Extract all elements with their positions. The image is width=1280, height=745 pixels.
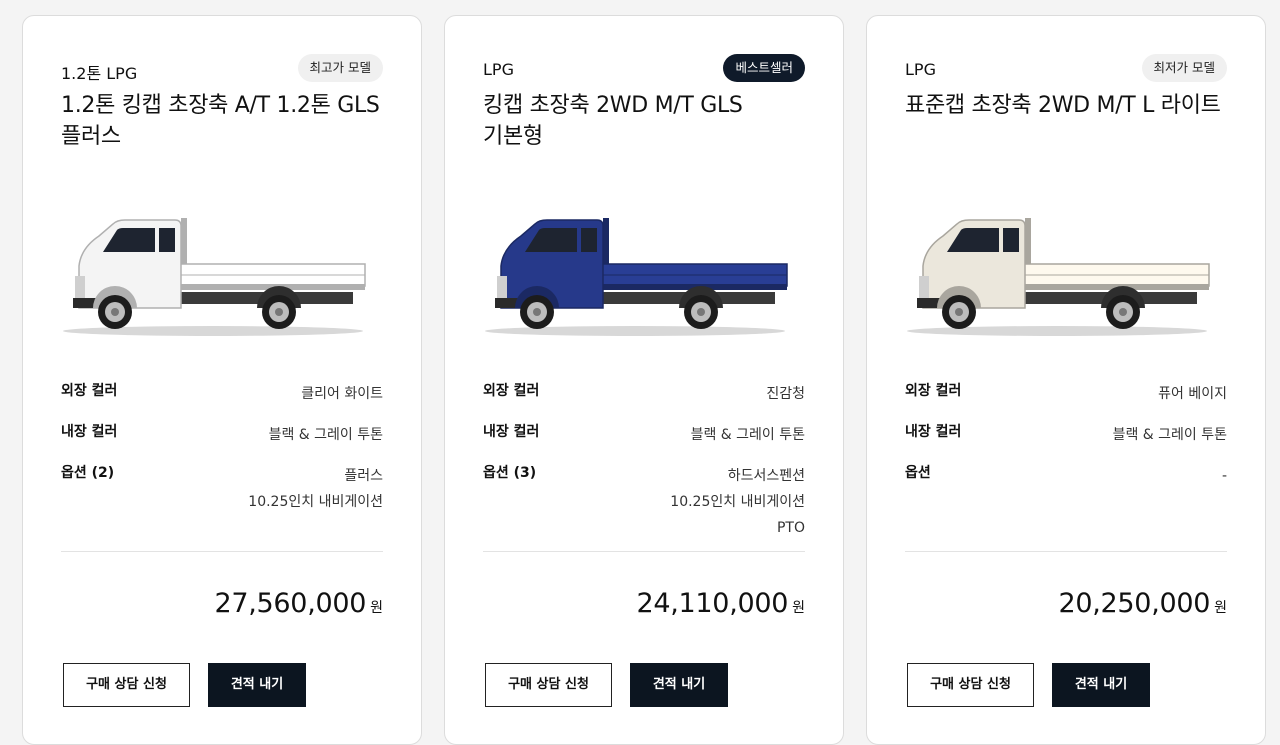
trim-card-1: 1.2톤 LPG 최고가 모델 1.2톤 킹캡 초장축 A/T 1.2톤 GLS… [22,15,422,745]
divider [905,551,1227,552]
price-currency: 원 [792,600,805,616]
price-amount: 24,110,000 [636,588,789,619]
model-name: 1.2톤 킹캡 초장축 A/T 1.2톤 GLS 플러스 [61,93,380,149]
truck-image [897,206,1217,346]
spec-label: 내장 컬러 [61,424,118,440]
get-quote-button[interactable]: 견적 내기 [1052,663,1150,707]
truck-illustration [63,218,366,336]
price: 24,110,000 원 [637,588,805,619]
spec-value: 블랙 & 그레이 투톤 [1112,427,1227,443]
fuel-type: 1.2톤 LPG [61,64,138,83]
fuel-type: LPG [483,60,514,79]
spec-label: 내장 컬러 [905,424,962,440]
spec-value: 클리어 화이트 [301,386,383,402]
spec-value: 진감청 [766,386,805,402]
price: 27,560,000 원 [215,588,383,619]
spec-label: 옵션 [905,465,931,481]
trim-badge: 최저가 모델 [1141,54,1227,82]
truck-illustration [485,218,788,336]
fuel-type: LPG [905,60,936,79]
spec-label: 옵션 (3) [483,465,537,481]
purchase-consult-button[interactable]: 구매 상담 신청 [907,663,1034,707]
truck-image [53,206,373,346]
spec-value: 블랙 & 그레이 투톤 [690,427,805,443]
price: 20,250,000 원 [1059,588,1227,619]
spec-value: 퓨어 베이지 [1158,386,1227,402]
get-quote-button[interactable]: 견적 내기 [208,663,306,707]
divider [61,551,383,552]
trim-card-2: LPG 베스트셀러 킹캡 초장축 2WD M/T GLS 기본형 외장 컬러 진… [444,15,844,745]
purchase-consult-button[interactable]: 구매 상담 신청 [63,663,190,707]
spec-label: 옵션 (2) [61,465,115,481]
trim-badge: 최고가 모델 [297,54,383,82]
price-amount: 20,250,000 [1058,588,1211,619]
spec-label: 외장 컬러 [905,383,962,399]
divider [483,551,805,552]
model-name: 킹캡 초장축 2WD M/T GLS 기본형 [483,93,743,149]
truck-illustration [907,218,1210,336]
spec-label: 외장 컬러 [61,383,118,399]
get-quote-button[interactable]: 견적 내기 [630,663,728,707]
spec-label: 외장 컬러 [483,383,540,399]
spec-value: - [1221,468,1227,484]
spec-value: 플러스 10.25인치 내비게이션 [248,468,383,510]
spec-label: 내장 컬러 [483,424,540,440]
price-currency: 원 [370,600,383,616]
purchase-consult-button[interactable]: 구매 상담 신청 [485,663,612,707]
trim-badge: 베스트셀러 [723,54,805,82]
truck-image [475,206,795,346]
spec-value: 블랙 & 그레이 투톤 [268,427,383,443]
spec-value: 하드서스펜션 10.25인치 내비게이션 PTO [670,468,805,536]
trim-card-3: LPG 최저가 모델 표준캡 초장축 2WD M/T L 라이트 외장 컬러 퓨… [866,15,1266,745]
price-amount: 27,560,000 [214,588,367,619]
model-name: 표준캡 초장축 2WD M/T L 라이트 [905,93,1221,118]
price-currency: 원 [1214,600,1227,616]
